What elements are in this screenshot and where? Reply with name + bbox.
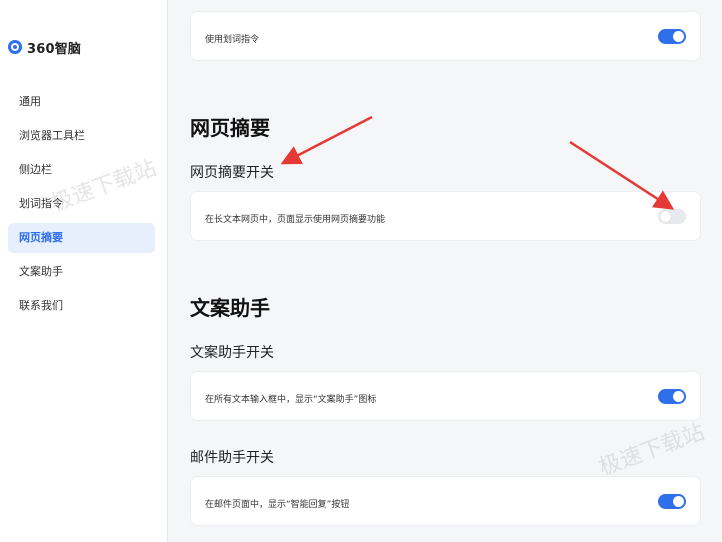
summary-switch-title: 网页摘要开关: [190, 165, 274, 181]
sidebar-item-page-summary[interactable]: 网页摘要: [8, 223, 155, 253]
sidebar: 360智脑 通用 浏览器工具栏 侧边栏 划词指令 网页摘要 文案助手 联系我们: [0, 0, 168, 542]
logo-icon: [8, 40, 22, 54]
sidebar-item-browser-toolbar[interactable]: 浏览器工具栏: [8, 121, 155, 151]
word-command-label: 使用划词指令: [205, 35, 260, 45]
section-title-copy-assistant: 文案助手: [190, 296, 270, 320]
sidebar-item-contact-us[interactable]: 联系我们: [8, 291, 155, 321]
word-command-card: 使用划词指令: [190, 11, 701, 61]
sidebar-item-word-command[interactable]: 划词指令: [8, 189, 155, 219]
mail-assistant-card: 在邮件页面中，显示“智能回复”按钮: [190, 476, 701, 526]
copy-assistant-card: 在所有文本输入框中，显示“文案助手”图标: [190, 371, 701, 421]
mail-assistant-switch-title: 邮件助手开关: [190, 450, 274, 466]
section-title-summary: 网页摘要: [190, 116, 270, 140]
copy-assistant-switch-title: 文案助手开关: [190, 345, 274, 361]
logo-text: 360智脑: [27, 41, 82, 57]
copy-assistant-description: 在所有文本输入框中，显示“文案助手”图标: [205, 395, 377, 405]
sidebar-item-copy-assistant[interactable]: 文案助手: [8, 257, 155, 287]
sidebar-item-sidebar[interactable]: 侧边栏: [8, 155, 155, 185]
summary-toggle[interactable]: [658, 209, 686, 224]
sidebar-item-general[interactable]: 通用: [8, 87, 155, 117]
word-command-toggle[interactable]: [658, 29, 686, 44]
mail-assistant-toggle[interactable]: [658, 494, 686, 509]
settings-main: 使用划词指令 网页摘要 网页摘要开关 在长文本网页中，页面显示使用网页摘要功能 …: [168, 0, 722, 542]
summary-card: 在长文本网页中，页面显示使用网页摘要功能: [190, 191, 701, 241]
mail-assistant-description: 在邮件页面中，显示“智能回复”按钮: [205, 500, 350, 510]
copy-assistant-toggle[interactable]: [658, 389, 686, 404]
summary-description: 在长文本网页中，页面显示使用网页摘要功能: [205, 215, 386, 225]
app-logo: 360智脑: [8, 38, 82, 57]
